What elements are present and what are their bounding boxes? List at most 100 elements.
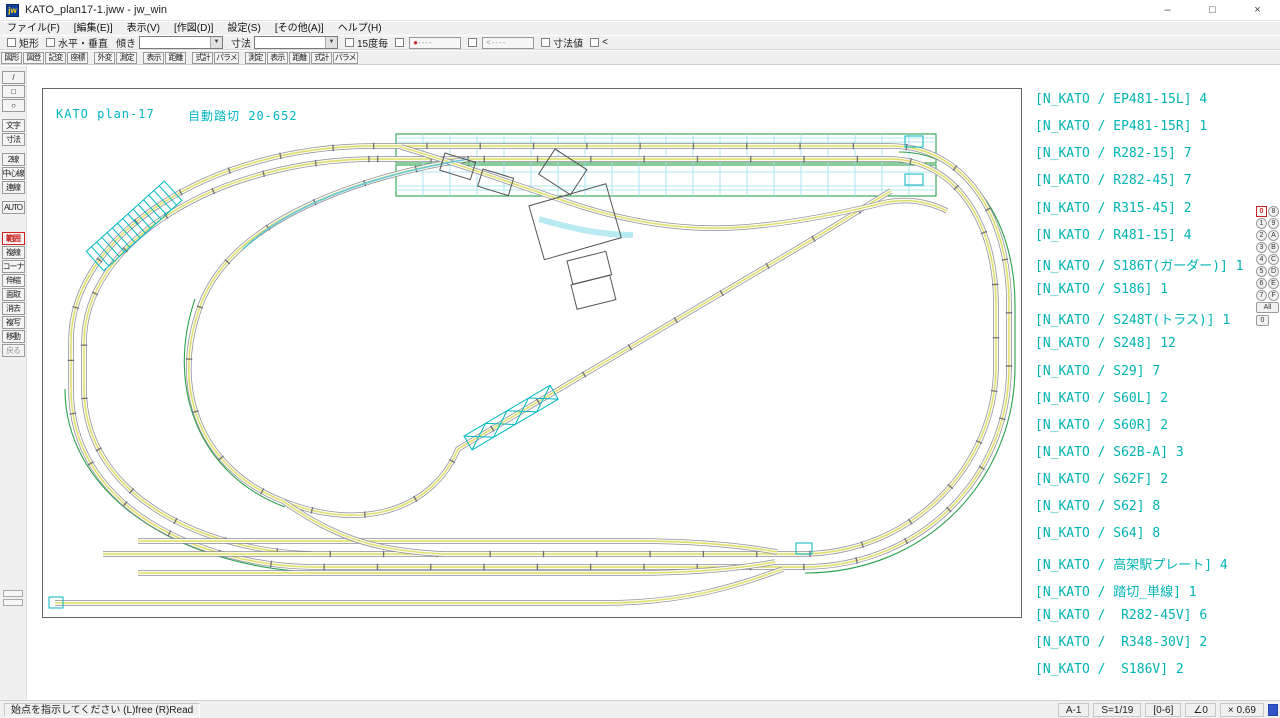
paper-size-cell[interactable]: A-1 [1058,703,1090,717]
tool-parame[interactable]: パラメ [214,52,239,64]
checkbox-dimension-value[interactable]: 寸法値 [541,35,583,50]
chevron-down-icon[interactable]: ▼ [325,37,337,48]
layer-button-2[interactable]: 2 [1256,230,1267,241]
checkbox-dimvalue-label: 寸法値 [553,35,583,50]
tool-shikikei-2[interactable]: 式計 [311,52,332,64]
tool-offset[interactable]: 複線 [2,246,25,259]
chevron-down-icon[interactable]: ▼ [210,37,222,48]
checkbox-arrow-line[interactable]: <---- [468,37,534,49]
menu-file[interactable]: ファイル(F) [0,22,67,35]
layer-button-4[interactable]: 4 [1256,254,1267,265]
layer-button-6[interactable]: 6 [1256,278,1267,289]
parts-list-item: [N_KATO / EP481-15R] 1 [1035,119,1207,134]
maximize-button[interactable]: □ [1190,0,1235,21]
tool-zahyou[interactable]: 座標 [67,52,88,64]
drawing-area[interactable]: / □ ○ 文字 寸法 2線 中心線 連線 AUTO 範囲 複線 コーナー 伸縮… [0,66,1280,700]
menu-draw[interactable]: [作図(D)] [167,22,220,35]
layer-all-button[interactable]: All [1256,302,1279,313]
checkbox-icon[interactable] [395,38,404,47]
tool-shikikei[interactable]: 式計 [192,52,213,64]
layer-button-7[interactable]: 7 [1256,290,1267,301]
tool-stretch[interactable]: 伸縮 [2,274,25,287]
tool-bar: 図形 図登 記変 座標 外変 測定 表示 距離 式計 パラメ 測定 表示 距離 … [0,51,1280,65]
parts-list-item: [N_KATO / R282-15] 7 [1035,146,1192,161]
viaduct-green-accents [65,152,1015,573]
scale-cell[interactable]: S=1/19 [1093,703,1141,717]
paper-frame[interactable]: KATO plan-17 自動踏切 20-652 [42,88,1022,618]
checkbox-15deg[interactable]: 15度毎 [345,35,388,50]
tool-hyouji-2[interactable]: 表示 [267,52,288,64]
tool-centerline[interactable]: 中心線 [2,167,25,180]
tool-copy[interactable]: 複写 [2,316,25,329]
layer-button-d[interactable]: D [1268,266,1279,277]
layer-button-b[interactable]: B [1268,242,1279,253]
layer-button-0[interactable]: 0 [1256,206,1267,217]
layer-button-9[interactable]: 9 [1268,218,1279,229]
tool-2line[interactable]: 2線 [2,153,25,166]
tool-chamfer[interactable]: 面取 [2,288,25,301]
tool-hyouji[interactable]: 表示 [143,52,164,64]
tool-range[interactable]: 範囲 [2,232,25,245]
status-message: 始点を指示してください (L)free (R)Read [4,703,200,717]
layer-cell[interactable]: [0-6] [1145,703,1181,717]
checkbox-icon[interactable] [345,38,354,47]
parts-list-item: [N_KATO / S60L] 2 [1035,391,1168,406]
parts-list-item: [N_KATO / S62B-A] 3 [1035,445,1184,460]
tool-text[interactable]: 文字 [2,119,25,132]
tool-polyline[interactable]: 連線 [2,181,25,194]
status-bar: 始点を指示してください (L)free (R)Read A-1 S=1/19 [… [0,700,1280,718]
menu-other[interactable]: [その他(A)] [268,22,331,35]
checkbox-icon[interactable] [468,38,477,47]
menu-bar: ファイル(F) [編集(E)] 表示(V) [作図(D)] 設定(S) [その他… [0,22,1280,35]
checkbox-lt[interactable]: < [590,37,608,48]
menu-view[interactable]: 表示(V) [120,22,167,35]
tool-parame-2[interactable]: パラメ [333,52,358,64]
checkbox-icon[interactable] [590,38,599,47]
parts-list-item: [N_KATO / S62] 8 [1035,499,1160,514]
tool-undo[interactable]: 戻る [2,344,25,357]
checkbox-icon[interactable] [46,38,55,47]
dimension-combobox[interactable]: ▼ [254,36,338,49]
tool-rect[interactable]: □ [2,85,25,98]
zoom-cell[interactable]: × 0.69 [1220,703,1264,717]
tool-zukei[interactable]: 図形 [1,52,22,64]
close-button[interactable]: × [1235,0,1280,21]
minimize-button[interactable]: – [1145,0,1190,21]
tool-erase[interactable]: 消去 [2,302,25,315]
tool-zutou[interactable]: 図登 [23,52,44,64]
checkbox-icon[interactable] [541,38,550,47]
tool-circle[interactable]: ○ [2,99,25,112]
checkbox-rectangle[interactable]: 矩形 [7,35,39,50]
control-bar: 矩形 水平・垂直 傾き ▼ 寸法 ▼ 15度毎 ●---- <---- 寸法値 … [0,35,1280,50]
tool-sokutei-2[interactable]: 測定 [245,52,266,64]
tool-sokutei-1[interactable]: 測定 [116,52,137,64]
layer-button-1[interactable]: 1 [1256,218,1267,229]
checkbox-horizontal-vertical[interactable]: 水平・垂直 [46,35,108,50]
tool-gaihen[interactable]: 外変 [94,52,115,64]
arrow-line-pattern: <---- [482,37,534,49]
tool-kyori-2[interactable]: 距離 [289,52,310,64]
tool-dimension[interactable]: 寸法 [2,133,25,146]
parts-list-item: [N_KATO / R282-45] 7 [1035,173,1192,188]
angle-cell[interactable]: ∠0 [1185,703,1216,717]
tool-kihen[interactable]: 記変 [45,52,66,64]
menu-help[interactable]: ヘルプ(H) [331,22,389,35]
tool-move[interactable]: 移動 [2,330,25,343]
menu-settings[interactable]: 設定(S) [220,22,267,35]
layer-button-5[interactable]: 5 [1256,266,1267,277]
layer-button-e[interactable]: E [1268,278,1279,289]
layer-button-f[interactable]: F [1268,290,1279,301]
layer-button-a[interactable]: A [1268,230,1279,241]
tool-line[interactable]: / [2,71,25,84]
tool-corner[interactable]: コーナー [2,260,25,273]
slope-combobox[interactable]: ▼ [139,36,223,49]
layer-button-3[interactable]: 3 [1256,242,1267,253]
checkbox-dot-line[interactable]: ●---- [395,37,461,49]
menu-edit[interactable]: [編集(E)] [67,22,120,35]
layer-button-c[interactable]: C [1268,254,1279,265]
layer-group-button[interactable]: 0 [1256,315,1269,326]
tool-kyori[interactable]: 距離 [165,52,186,64]
layer-button-8[interactable]: 8 [1268,206,1279,217]
checkbox-icon[interactable] [7,38,16,47]
tool-auto[interactable]: AUTO [2,201,25,214]
